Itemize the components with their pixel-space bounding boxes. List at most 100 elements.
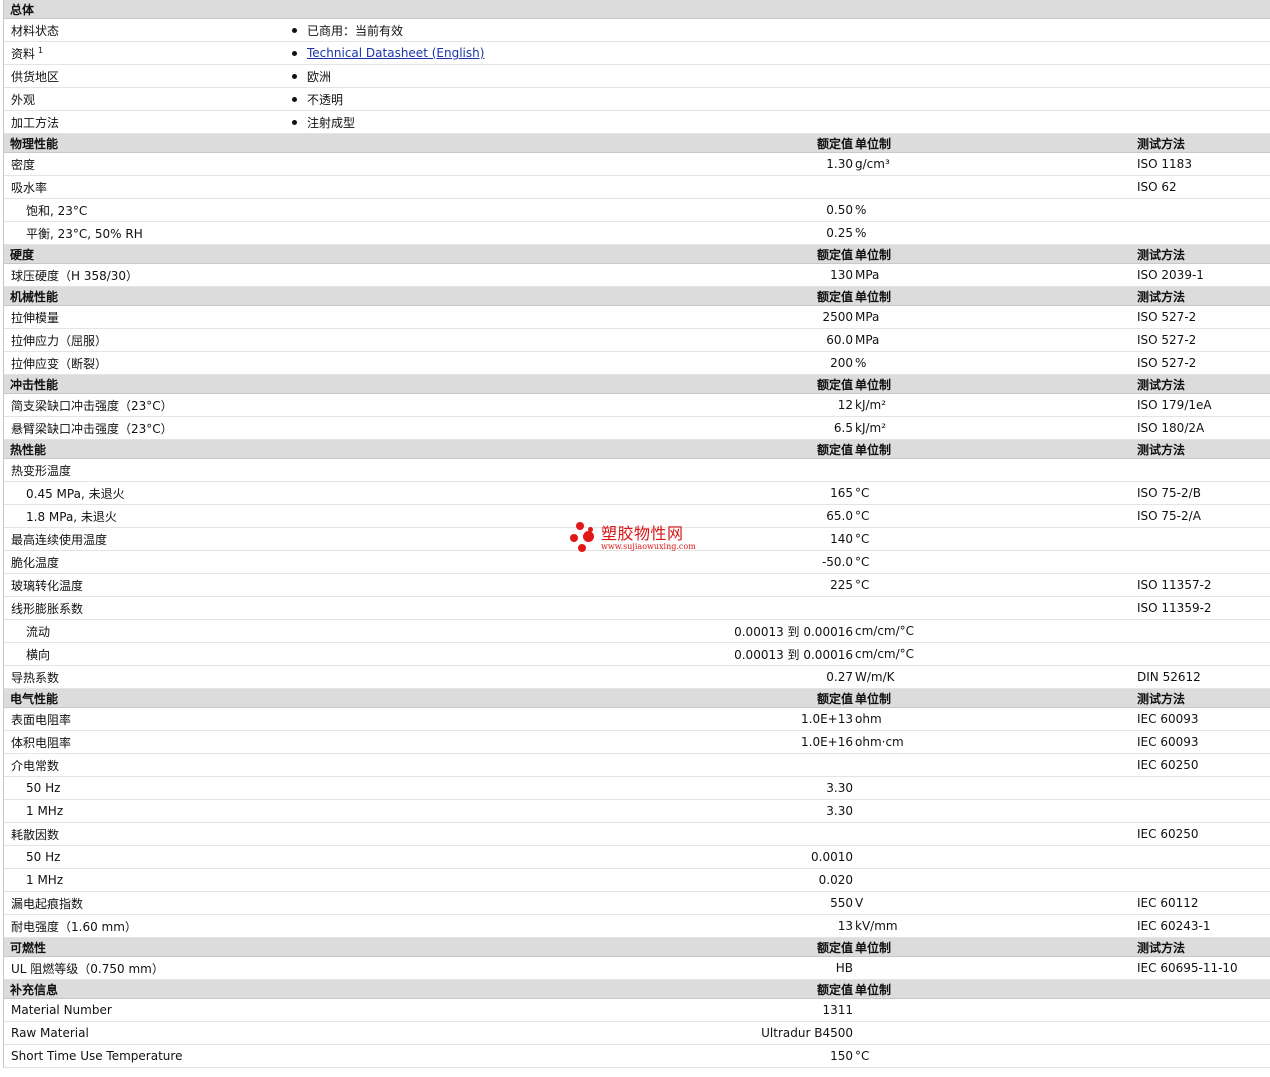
property-value: 1311 bbox=[822, 1003, 853, 1017]
property-value: 注射成型 bbox=[290, 111, 355, 133]
property-value: 60.0 bbox=[826, 333, 853, 347]
test-method: ISO 527-2 bbox=[1137, 356, 1197, 370]
property-unit: MPa bbox=[855, 310, 880, 324]
test-method: IEC 60243-1 bbox=[1137, 919, 1211, 933]
column-header-value: 额定值 bbox=[816, 940, 853, 955]
property-row: 导热系数 0.27 W/m/K DIN 52612 bbox=[4, 666, 1270, 689]
property-unit: °C bbox=[855, 1049, 870, 1063]
property-label: 脆化温度 bbox=[11, 555, 60, 570]
test-method: ISO 527-2 bbox=[1137, 310, 1197, 324]
test-method: ISO 11359-2 bbox=[1137, 601, 1212, 615]
column-header-value: 额定值 bbox=[816, 377, 853, 392]
property-value: 3.30 bbox=[826, 804, 853, 818]
property-value: 0.00013 到 0.00016 bbox=[734, 624, 853, 639]
property-label-text: 供货地区 bbox=[11, 69, 60, 84]
general-row: 资料 1 Technical Datasheet (English) bbox=[4, 42, 1270, 65]
section-header: 硬度 额定值 单位制 测试方法 bbox=[4, 245, 1270, 264]
property-label: 供货地区 bbox=[11, 65, 59, 87]
property-label: 50 Hz bbox=[26, 781, 61, 795]
property-label: 导热系数 bbox=[11, 670, 60, 685]
property-label: 悬臂梁缺口冲击强度（23°C） bbox=[11, 421, 173, 436]
property-label: Raw Material bbox=[11, 1026, 89, 1040]
test-method: ISO 180/2A bbox=[1137, 421, 1205, 435]
property-label: 加工方法 bbox=[11, 111, 59, 133]
section-title: 可燃性 bbox=[10, 940, 47, 955]
section-header: 电气性能 额定值 单位制 测试方法 bbox=[4, 689, 1270, 708]
property-value: Ultradur B4500 bbox=[761, 1026, 853, 1040]
section-title: 总体 bbox=[10, 2, 35, 17]
section-header: 物理性能 额定值 单位制 测试方法 bbox=[4, 134, 1270, 153]
property-value: 165 bbox=[830, 486, 853, 500]
property-label: 吸水率 bbox=[11, 180, 48, 195]
property-label: 1.8 MPa, 未退火 bbox=[26, 509, 117, 524]
property-row: 拉伸应变（断裂） 200% ISO 527-2 bbox=[4, 352, 1270, 375]
property-unit: °C bbox=[855, 555, 870, 569]
column-header-test-method: 测试方法 bbox=[1137, 940, 1186, 955]
section-title: 机械性能 bbox=[10, 289, 59, 304]
property-label-text: 加工方法 bbox=[11, 115, 60, 130]
test-method: ISO 75-2/A bbox=[1137, 509, 1201, 523]
property-label: 密度 bbox=[11, 157, 36, 172]
property-value: 225 bbox=[830, 578, 853, 592]
property-row: UL 阻燃等级（0.750 mm） HB IEC 60695-11-10 bbox=[4, 957, 1270, 980]
property-value: 65.0 bbox=[826, 509, 853, 523]
property-row: Raw Material Ultradur B4500 bbox=[4, 1022, 1270, 1045]
property-value-text: 欧洲 bbox=[307, 69, 332, 84]
property-label: 最高连续使用温度 bbox=[11, 532, 108, 547]
property-row: 饱和, 23°C 0.50% bbox=[4, 199, 1270, 222]
property-value: 1.30 bbox=[826, 157, 853, 171]
section-header: 可燃性 额定值 单位制 测试方法 bbox=[4, 938, 1270, 957]
property-label: Material Number bbox=[11, 1003, 112, 1017]
property-value: 0.020 bbox=[818, 873, 853, 887]
property-value: 1.0E+13 bbox=[801, 712, 853, 726]
test-method: ISO 1183 bbox=[1137, 157, 1192, 171]
property-value: 1.0E+16 bbox=[801, 735, 853, 749]
property-row: 拉伸模量 2500 MPa ISO 527-2 bbox=[4, 306, 1270, 329]
column-header-value: 额定值 bbox=[816, 289, 853, 304]
property-label: 0.45 MPa, 未退火 bbox=[26, 486, 125, 501]
property-value: Technical Datasheet (English) bbox=[290, 42, 484, 64]
property-row: 脆化温度 -50.0 °C bbox=[4, 551, 1270, 574]
property-row: 0.45 MPa, 未退火 165 °C ISO 75-2/B bbox=[4, 482, 1270, 505]
property-label: 耗散因数 bbox=[11, 827, 60, 842]
property-row: 平衡, 23°C, 50% RH 0.25% bbox=[4, 222, 1270, 245]
column-header-unit: 单位制 bbox=[855, 377, 892, 392]
property-value: 200 bbox=[830, 356, 853, 370]
test-method: ISO 179/1eA bbox=[1137, 398, 1212, 412]
section-header: 补充信息 额定值 单位制 bbox=[4, 980, 1270, 999]
property-label: 拉伸模量 bbox=[11, 310, 60, 325]
column-header-unit: 单位制 bbox=[855, 289, 892, 304]
property-unit: ohm bbox=[855, 712, 882, 726]
property-row: 表面电阻率 1.0E+13 ohm IEC 60093 bbox=[4, 708, 1270, 731]
property-value: 不透明 bbox=[290, 88, 343, 110]
bullet-icon bbox=[292, 50, 297, 56]
property-label: 表面电阻率 bbox=[11, 712, 72, 727]
datasheet-link[interactable]: Technical Datasheet (English) bbox=[307, 46, 484, 60]
property-value: 0.25 bbox=[826, 226, 853, 240]
property-row: 50 Hz 0.0010 bbox=[4, 846, 1270, 869]
property-row: 1 MHz 3.30 bbox=[4, 800, 1270, 823]
watermark-url: www.sujiaowuxing.com bbox=[601, 541, 696, 551]
section-title: 电气性能 bbox=[10, 691, 59, 706]
property-label: 横向 bbox=[26, 647, 51, 662]
test-method: ISO 11357-2 bbox=[1137, 578, 1212, 592]
column-header-unit: 单位制 bbox=[855, 442, 892, 457]
property-label: 漏电起痕指数 bbox=[11, 896, 84, 911]
section-header: 热性能 额定值 单位制 测试方法 bbox=[4, 440, 1270, 459]
section-header-general: 总体 bbox=[4, 0, 1270, 19]
property-label: 拉伸应变（断裂） bbox=[11, 356, 108, 371]
test-method: IEC 60093 bbox=[1137, 735, 1199, 749]
property-value: 550 bbox=[830, 896, 853, 910]
property-value: 0.50 bbox=[826, 203, 853, 217]
property-unit: cm/cm/°C bbox=[855, 624, 915, 638]
property-row: 介电常数 IEC 60250 bbox=[4, 754, 1270, 777]
property-row: 耐电强度（1.60 mm） 13 kV/mm IEC 60243-1 bbox=[4, 915, 1270, 938]
property-value: 0.00013 到 0.00016 bbox=[734, 647, 853, 662]
column-header-unit: 单位制 bbox=[855, 940, 892, 955]
column-header-unit: 单位制 bbox=[855, 247, 892, 262]
property-unit: V bbox=[855, 896, 864, 910]
property-unit: % bbox=[855, 226, 867, 240]
bullet-icon bbox=[292, 27, 297, 33]
property-label: 饱和, 23°C bbox=[26, 203, 88, 218]
column-header-value: 额定值 bbox=[816, 691, 853, 706]
